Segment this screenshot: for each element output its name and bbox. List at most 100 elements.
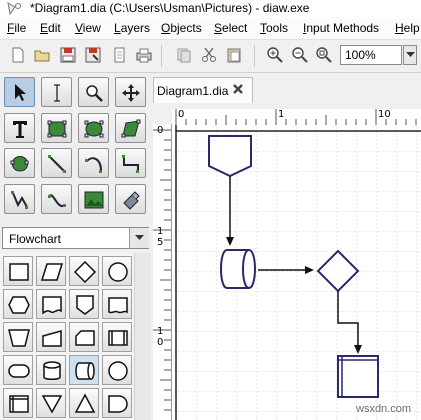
- menu-objects[interactable]: Objects: [161, 21, 202, 35]
- zoom-out-icon[interactable]: [291, 46, 309, 64]
- storage-node: [220, 249, 256, 289]
- tab-label: Diagram1.dia: [157, 84, 229, 98]
- beziergon-tool[interactable]: [4, 148, 35, 178]
- offpage-connector-shape[interactable]: [69, 289, 99, 319]
- card-shape[interactable]: [69, 322, 99, 352]
- manual-operation-shape[interactable]: [3, 322, 33, 352]
- preparation-shape[interactable]: [3, 289, 33, 319]
- zoom-dropdown-button[interactable]: [403, 45, 417, 65]
- chevron-down-icon: [406, 52, 415, 57]
- menu-edit[interactable]: Edit: [40, 21, 61, 35]
- process-shape-icon: [9, 263, 29, 281]
- save-as-icon[interactable]: [84, 46, 102, 64]
- offpage-connector-node: [208, 135, 252, 178]
- menu-input-methods[interactable]: Input Methods: [303, 21, 379, 35]
- chevron-down-icon: [135, 235, 144, 240]
- internal-storage-shape[interactable]: [3, 388, 33, 418]
- v-ruler-label-1a: 1: [157, 226, 164, 237]
- sheet-selector[interactable]: Flowchart: [2, 227, 149, 249]
- predefined-process-shape[interactable]: [102, 322, 132, 352]
- summing-junction-shape-icon: [108, 361, 128, 381]
- magnify-tool[interactable]: [78, 77, 109, 107]
- image-tool[interactable]: [78, 184, 109, 214]
- zoom-level-field[interactable]: 100%: [340, 45, 402, 65]
- terminal-shape[interactable]: [3, 355, 33, 385]
- outline-tool[interactable]: [115, 184, 146, 214]
- delay-shape-icon: [108, 395, 128, 413]
- magnetic-disk-shape-icon: [43, 361, 61, 380]
- document-shape[interactable]: [36, 289, 66, 319]
- polygon-tool[interactable]: [115, 113, 146, 143]
- process-shape[interactable]: [3, 256, 33, 286]
- zigzag-line-tool[interactable]: [115, 148, 146, 178]
- print-preview-icon[interactable]: [111, 46, 129, 64]
- v-ruler-label-5: 5: [157, 237, 164, 248]
- connector-shape[interactable]: [102, 256, 132, 286]
- menu-file[interactable]: File: [7, 21, 26, 35]
- line-tool-icon: [48, 155, 66, 173]
- zoom-in-icon[interactable]: [266, 46, 284, 64]
- bezier-line-tool[interactable]: [41, 184, 72, 214]
- document-shape-icon: [42, 296, 62, 315]
- text-tool-icon: [13, 121, 27, 138]
- horizontal-ruler: 0 1 10: [172, 109, 421, 126]
- beziergon-tool-icon: [10, 156, 29, 172]
- ellipse-tool[interactable]: [78, 113, 109, 143]
- menu-view[interactable]: View: [75, 21, 101, 35]
- menu-layers[interactable]: Layers: [114, 21, 150, 35]
- menu-help[interactable]: Help: [395, 21, 420, 35]
- punched-card-shape[interactable]: [102, 289, 132, 319]
- sheet-selector-dropdown-button[interactable]: [129, 228, 149, 248]
- shape-palette-scrollbar[interactable]: [134, 253, 151, 420]
- manual-input-shape[interactable]: [36, 322, 66, 352]
- merge-shape[interactable]: [36, 388, 66, 418]
- save-icon[interactable]: [59, 46, 77, 64]
- arc-tool[interactable]: [78, 148, 109, 178]
- ruler-corner: [153, 109, 172, 125]
- cut-icon[interactable]: [200, 46, 218, 64]
- parallelogram-shape-icon: [40, 263, 64, 281]
- text-tool[interactable]: [4, 113, 35, 143]
- window-title: *Diagram1.dia (C:\Users\Usman\Pictures) …: [30, 1, 310, 15]
- process-node: [337, 355, 379, 398]
- magnetic-disk-shape[interactable]: [36, 355, 66, 385]
- terminal-shape-icon: [8, 364, 30, 378]
- diagram-canvas[interactable]: [172, 125, 421, 420]
- direct-access-storage-shape[interactable]: [69, 355, 99, 385]
- direct-access-storage-shape-icon: [75, 362, 95, 380]
- extract-shape[interactable]: [69, 388, 99, 418]
- punched-card-shape-icon: [108, 297, 128, 314]
- manual-operation-shape-icon: [8, 329, 30, 347]
- new-icon[interactable]: [9, 46, 27, 64]
- line-tool[interactable]: [41, 148, 72, 178]
- open-icon[interactable]: [33, 46, 51, 64]
- print-icon[interactable]: [135, 46, 153, 64]
- text-edit-tool[interactable]: [41, 77, 72, 107]
- menu-tools[interactable]: Tools: [260, 21, 288, 35]
- dia-app-icon: [7, 2, 21, 16]
- box-tool[interactable]: [41, 113, 72, 143]
- polyline-tool[interactable]: [4, 184, 35, 214]
- internal-storage-shape-icon: [9, 395, 29, 413]
- preparation-shape-icon: [8, 296, 30, 314]
- menu-select[interactable]: Select: [214, 21, 247, 35]
- parallelogram-shape[interactable]: [36, 256, 66, 286]
- pointer-tool[interactable]: [4, 77, 35, 107]
- merge-shape-icon: [41, 395, 63, 414]
- extract-shape-icon: [74, 393, 96, 413]
- summing-junction-shape[interactable]: [102, 355, 132, 385]
- connector-shape-icon: [108, 262, 128, 282]
- scroll-tool[interactable]: [115, 77, 146, 107]
- decision-shape[interactable]: [69, 256, 99, 286]
- close-icon[interactable]: [232, 83, 244, 95]
- delay-shape[interactable]: [102, 388, 132, 418]
- copy-icon[interactable]: [175, 46, 193, 64]
- outline-tool-icon: [123, 191, 140, 210]
- zoom-level-value: 100%: [345, 48, 376, 62]
- paste-icon[interactable]: [225, 46, 243, 64]
- zoom-fit-icon[interactable]: [315, 46, 333, 64]
- offpage-connector-shape-icon: [76, 295, 94, 315]
- v-ruler-label-0: 0: [157, 125, 164, 136]
- bezier-line-tool-icon: [48, 194, 66, 208]
- manual-input-shape-icon: [42, 330, 62, 347]
